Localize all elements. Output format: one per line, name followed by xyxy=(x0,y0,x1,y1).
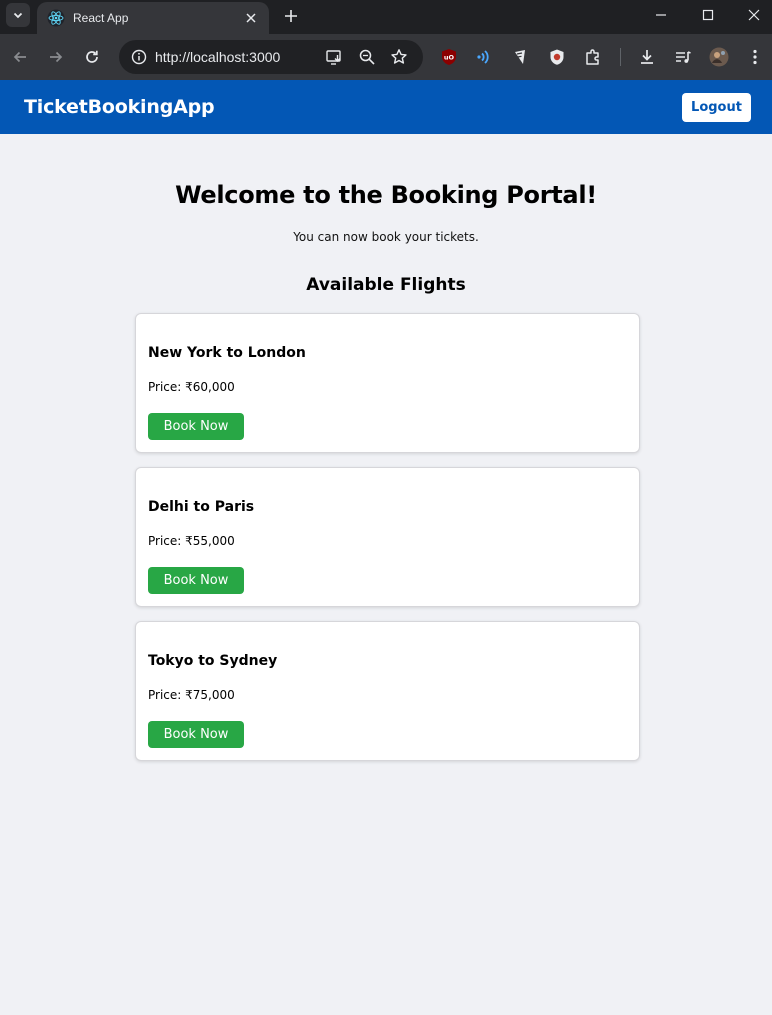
minimize-button[interactable] xyxy=(638,0,684,30)
signal-extension-icon[interactable] xyxy=(473,46,495,68)
new-tab-button[interactable] xyxy=(280,5,302,27)
ublock-icon[interactable]: uO xyxy=(438,46,460,68)
maximize-button[interactable] xyxy=(685,0,731,30)
minimize-icon xyxy=(656,14,666,16)
forward-button[interactable] xyxy=(44,45,68,69)
tab-title: React App xyxy=(73,11,129,25)
site-info-icon[interactable] xyxy=(127,45,151,69)
flight-card: Tokyo to Sydney Price: ₹75,000 Book Now xyxy=(135,621,640,761)
book-now-button[interactable]: Book Now xyxy=(148,413,244,440)
flight-card: New York to London Price: ₹60,000 Book N… xyxy=(135,313,640,453)
flight-route: Tokyo to Sydney xyxy=(148,653,278,669)
react-logo-icon xyxy=(47,9,65,27)
flight-price: Price: ₹75,000 xyxy=(148,688,235,702)
toolbar-divider xyxy=(620,48,621,66)
browser-tab-strip: React App xyxy=(0,0,772,34)
puzzle-icon[interactable] xyxy=(582,46,604,68)
url-text[interactable]: http://localhost:3000 xyxy=(155,49,280,65)
plus-icon xyxy=(285,10,297,22)
download-icon[interactable] xyxy=(636,46,658,68)
profile-avatar-icon[interactable] xyxy=(708,46,730,68)
flight-route: New York to London xyxy=(148,345,306,361)
forward-arrow-icon xyxy=(50,51,63,63)
window-close-icon xyxy=(748,9,760,21)
back-arrow-icon xyxy=(13,51,26,63)
window-close-button[interactable] xyxy=(731,0,772,30)
app-navbar: TicketBookingApp Logout xyxy=(0,80,772,134)
page-title: Welcome to the Booking Portal! xyxy=(175,181,597,209)
book-now-button[interactable]: Book Now xyxy=(148,721,244,748)
app-brand[interactable]: TicketBookingApp xyxy=(24,96,215,118)
reload-icon xyxy=(86,50,98,63)
page-subtitle: You can now book your tickets. xyxy=(293,230,479,244)
zoom-icon[interactable] xyxy=(356,46,378,68)
install-app-icon[interactable] xyxy=(323,46,345,68)
flight-price: Price: ₹60,000 xyxy=(148,380,235,394)
svg-text:uO: uO xyxy=(444,54,455,62)
bookmark-star-icon[interactable] xyxy=(388,46,410,68)
flight-card: Delhi to Paris Price: ₹55,000 Book Now xyxy=(135,467,640,607)
section-title-available-flights: Available Flights xyxy=(306,275,466,295)
logout-button[interactable]: Logout xyxy=(682,93,751,122)
shield-extension-icon[interactable] xyxy=(546,46,568,68)
maximize-icon xyxy=(702,9,714,21)
chevron-down-icon xyxy=(13,12,23,19)
book-now-button[interactable]: Book Now xyxy=(148,567,244,594)
reload-button[interactable] xyxy=(80,45,104,69)
tab-list-button[interactable] xyxy=(6,3,30,27)
flight-route: Delhi to Paris xyxy=(148,499,255,515)
browser-tab-active[interactable]: React App xyxy=(37,2,269,34)
flight-price: Price: ₹55,000 xyxy=(148,534,235,548)
address-bar[interactable]: http://localhost:3000 xyxy=(119,40,423,74)
extension-icon[interactable] xyxy=(509,46,531,68)
browser-toolbar: http://localhost:3000 uO xyxy=(0,34,772,80)
media-control-icon[interactable] xyxy=(672,46,694,68)
back-button[interactable] xyxy=(8,45,32,69)
more-menu-icon[interactable] xyxy=(744,46,766,68)
close-icon[interactable] xyxy=(243,10,259,26)
